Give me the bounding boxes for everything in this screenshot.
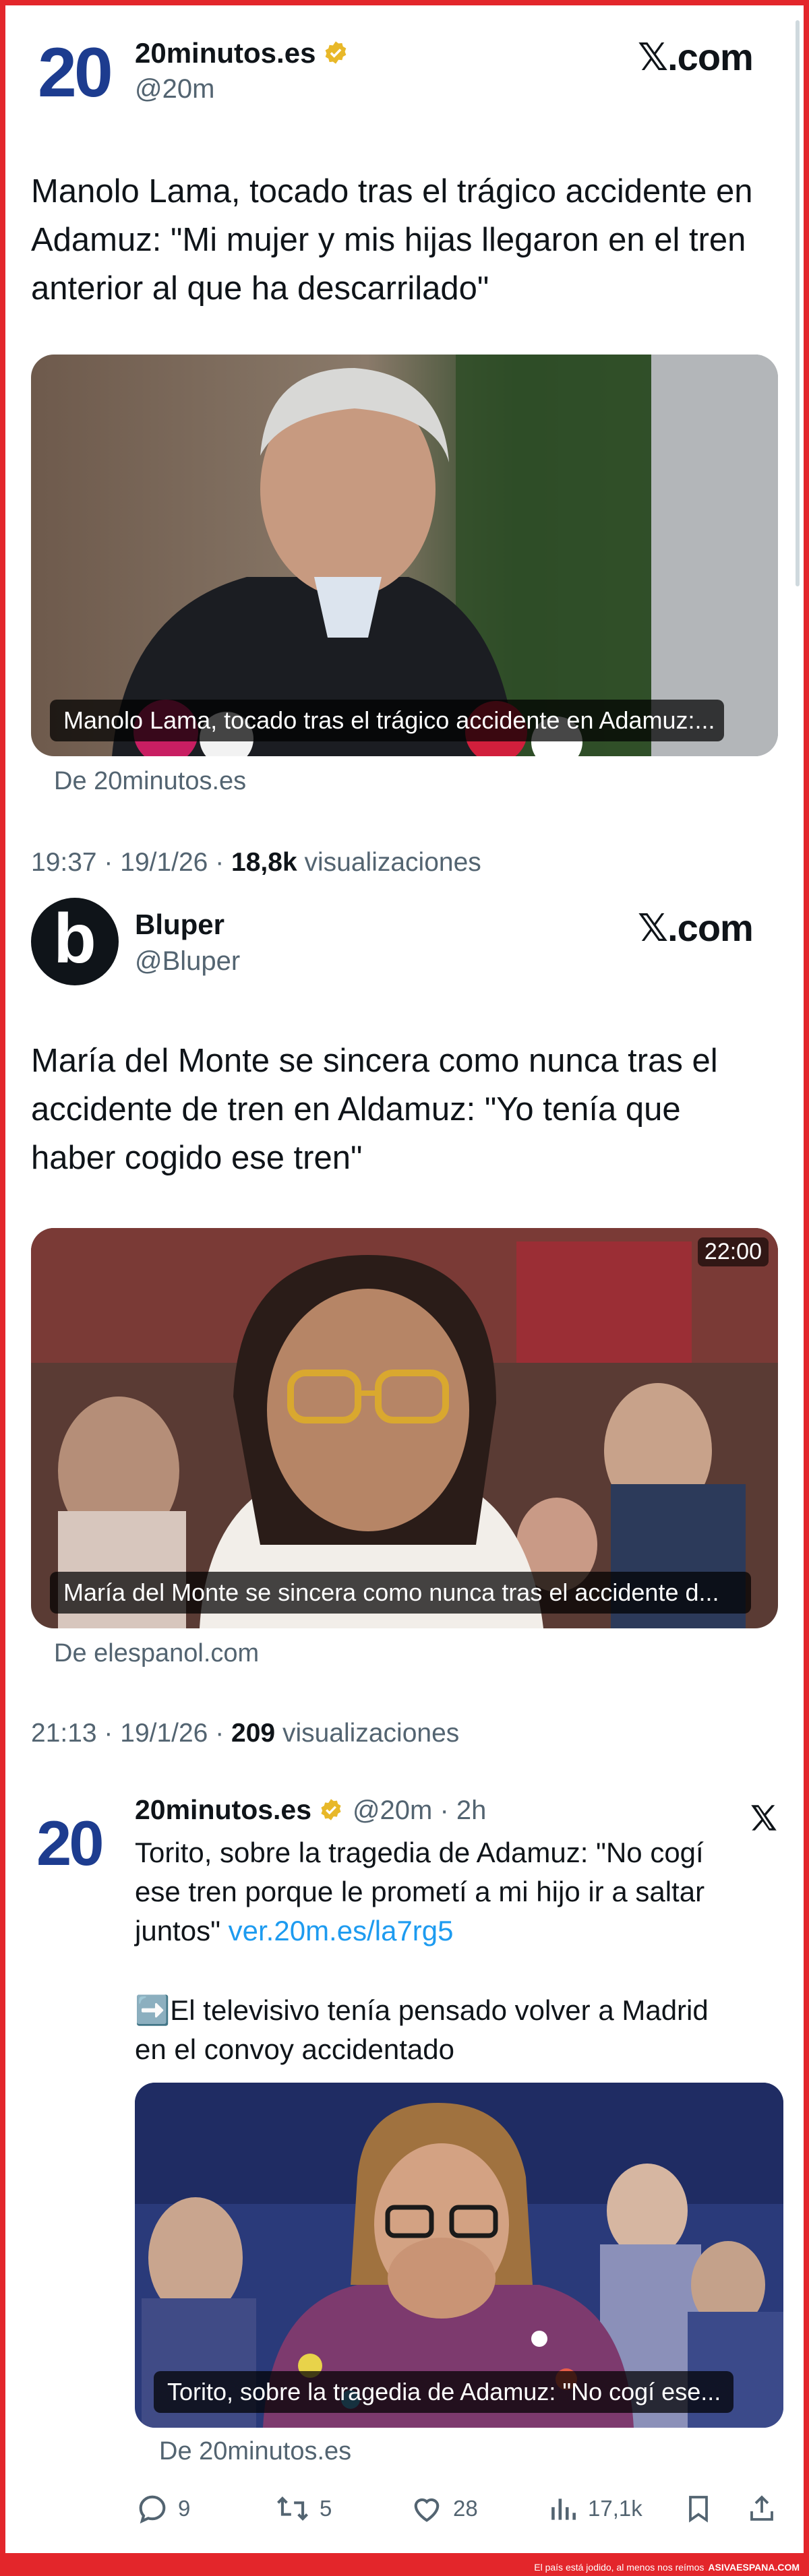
repost-button[interactable]: 5 — [274, 2491, 332, 2526]
post1-text: Manolo Lama, tocado tras el trágico acci… — [31, 167, 786, 313]
post1-author[interactable]: 20minutos.es — [135, 36, 349, 77]
bluper-avatar[interactable]: b — [31, 898, 119, 985]
text-line: haber cogido ese tren" — [31, 1140, 363, 1176]
post2-meta: 21:13 · 19/1/26 · 209 visualizaciones — [31, 1719, 459, 1748]
views-label: visualizaciones — [275, 1719, 460, 1748]
views-count: 209 — [231, 1719, 276, 1748]
media-caption: María del Monte se sincera como nunca tr… — [50, 1572, 751, 1614]
post3-author[interactable]: 20minutos.es @20m · 2h — [135, 1793, 486, 1833]
views-label: visualizaciones — [297, 848, 481, 877]
post3-media[interactable]: Torito, sobre la tragedia de Adamuz: "No… — [135, 2083, 783, 2428]
post-link[interactable]: ver.20m.es/la7rg5 — [229, 1915, 454, 1946]
text-line: Manolo Lama, tocado tras el trágico acci… — [31, 173, 753, 210]
author-handle[interactable]: @20m — [135, 74, 214, 104]
media-caption: Torito, sobre la tragedia de Adamuz: "No… — [154, 2371, 733, 2413]
text-line: Torito, sobre la tragedia de Adamuz: "No… — [135, 1837, 704, 1868]
bluper-logo: b — [53, 900, 96, 978]
post-timestamp[interactable]: 21:13 · 19/1/26 · — [31, 1719, 231, 1748]
post3-text: Torito, sobre la tragedia de Adamuz: "No… — [135, 1833, 782, 1951]
author-name[interactable]: 20minutos.es — [135, 1794, 311, 1825]
heart-icon — [414, 2498, 440, 2522]
reply-icon — [139, 2495, 166, 2524]
20minutos-logo: 20 — [36, 1808, 104, 1878]
post-timestamp[interactable]: 19:37 · 19/1/26 · — [31, 848, 231, 877]
like-button[interactable]: 28 — [409, 2491, 478, 2526]
analytics-icon — [551, 2498, 576, 2520]
views-count: 17,1k — [588, 2496, 642, 2521]
text-fragment: juntos" — [135, 1915, 229, 1946]
post1-meta: 19:37 · 19/1/26 · 18,8k visualizaciones — [31, 848, 481, 878]
share-icon[interactable] — [746, 2491, 778, 2526]
author-name[interactable]: 20minutos.es — [135, 37, 316, 69]
x-logo-icon[interactable] — [747, 1801, 781, 1835]
author-handle[interactable]: @Bluper — [135, 946, 240, 977]
link-source[interactable]: De 20minutos.es — [159, 2437, 351, 2466]
text-line: juntos" ver.20m.es/la7rg5 — [135, 1911, 782, 1951]
video-duration: 22:00 — [697, 1237, 769, 1266]
post2-media[interactable]: 22:00 María del Monte se sincera como nu… — [31, 1228, 778, 1628]
text-line: en el convoy accidentado — [135, 2033, 454, 2065]
footer-brand[interactable]: ASIVAESPANA.COM — [708, 2562, 800, 2573]
post3-text-secondary: ➡️El televisivo tenía pensado volver a M… — [135, 1991, 782, 2069]
20minutos-logo: 20 — [38, 34, 113, 112]
screenshot-frame: 20 20minutos.es @20m 𝕏.com Manolo Lama, … — [5, 5, 804, 2553]
text-line: accidente de tren en Aldamuz: "Yo tenía … — [31, 1091, 681, 1128]
media-caption: Manolo Lama, tocado tras el trágico acci… — [50, 700, 724, 741]
repost-icon — [277, 2496, 308, 2521]
text-line: María del Monte se sincera como nunca tr… — [31, 1043, 718, 1079]
post1-media[interactable]: Manolo Lama, tocado tras el trágico acci… — [31, 355, 778, 756]
text-line: ese tren porque le prometí a mi hijo ir … — [135, 1876, 705, 1907]
maria-del-monte-video-thumbnail — [31, 1228, 778, 1628]
scrollbar[interactable] — [796, 20, 800, 586]
x-com-label[interactable]: 𝕏.com — [638, 906, 754, 950]
link-source[interactable]: De 20minutos.es — [54, 767, 246, 796]
like-count: 28 — [453, 2496, 478, 2521]
verified-badge-icon — [325, 41, 347, 64]
x-com-label[interactable]: 𝕏.com — [638, 35, 754, 80]
footer-text: El país está jodido, al menos nos reímos — [534, 2562, 705, 2573]
views-count: 18,8k — [231, 848, 297, 877]
views-button[interactable]: 17,1k — [546, 2491, 642, 2526]
bookmark-icon[interactable] — [682, 2491, 715, 2526]
footer-watermark: El país está jodido, al menos nos reímos… — [0, 2558, 809, 2576]
author-name[interactable]: Bluper — [135, 909, 224, 941]
author-handle-time[interactable]: @20m · 2h — [353, 1796, 486, 1825]
manolo-lama-photo — [31, 355, 778, 756]
verified-badge-icon — [320, 1799, 341, 1820]
link-source[interactable]: De elespanol.com — [54, 1639, 259, 1668]
text-line: anterior al que ha descarrilado" — [31, 270, 489, 307]
reply-button[interactable]: 9 — [135, 2491, 190, 2526]
text-line: Adamuz: "Mi mujer y mis hijas llegaron e… — [31, 222, 746, 258]
repost-count: 5 — [320, 2496, 332, 2521]
reply-count: 9 — [178, 2496, 191, 2521]
text-line: ➡️El televisivo tenía pensado volver a M… — [135, 1994, 709, 2026]
post2-text: María del Monte se sincera como nunca tr… — [31, 1037, 786, 1182]
